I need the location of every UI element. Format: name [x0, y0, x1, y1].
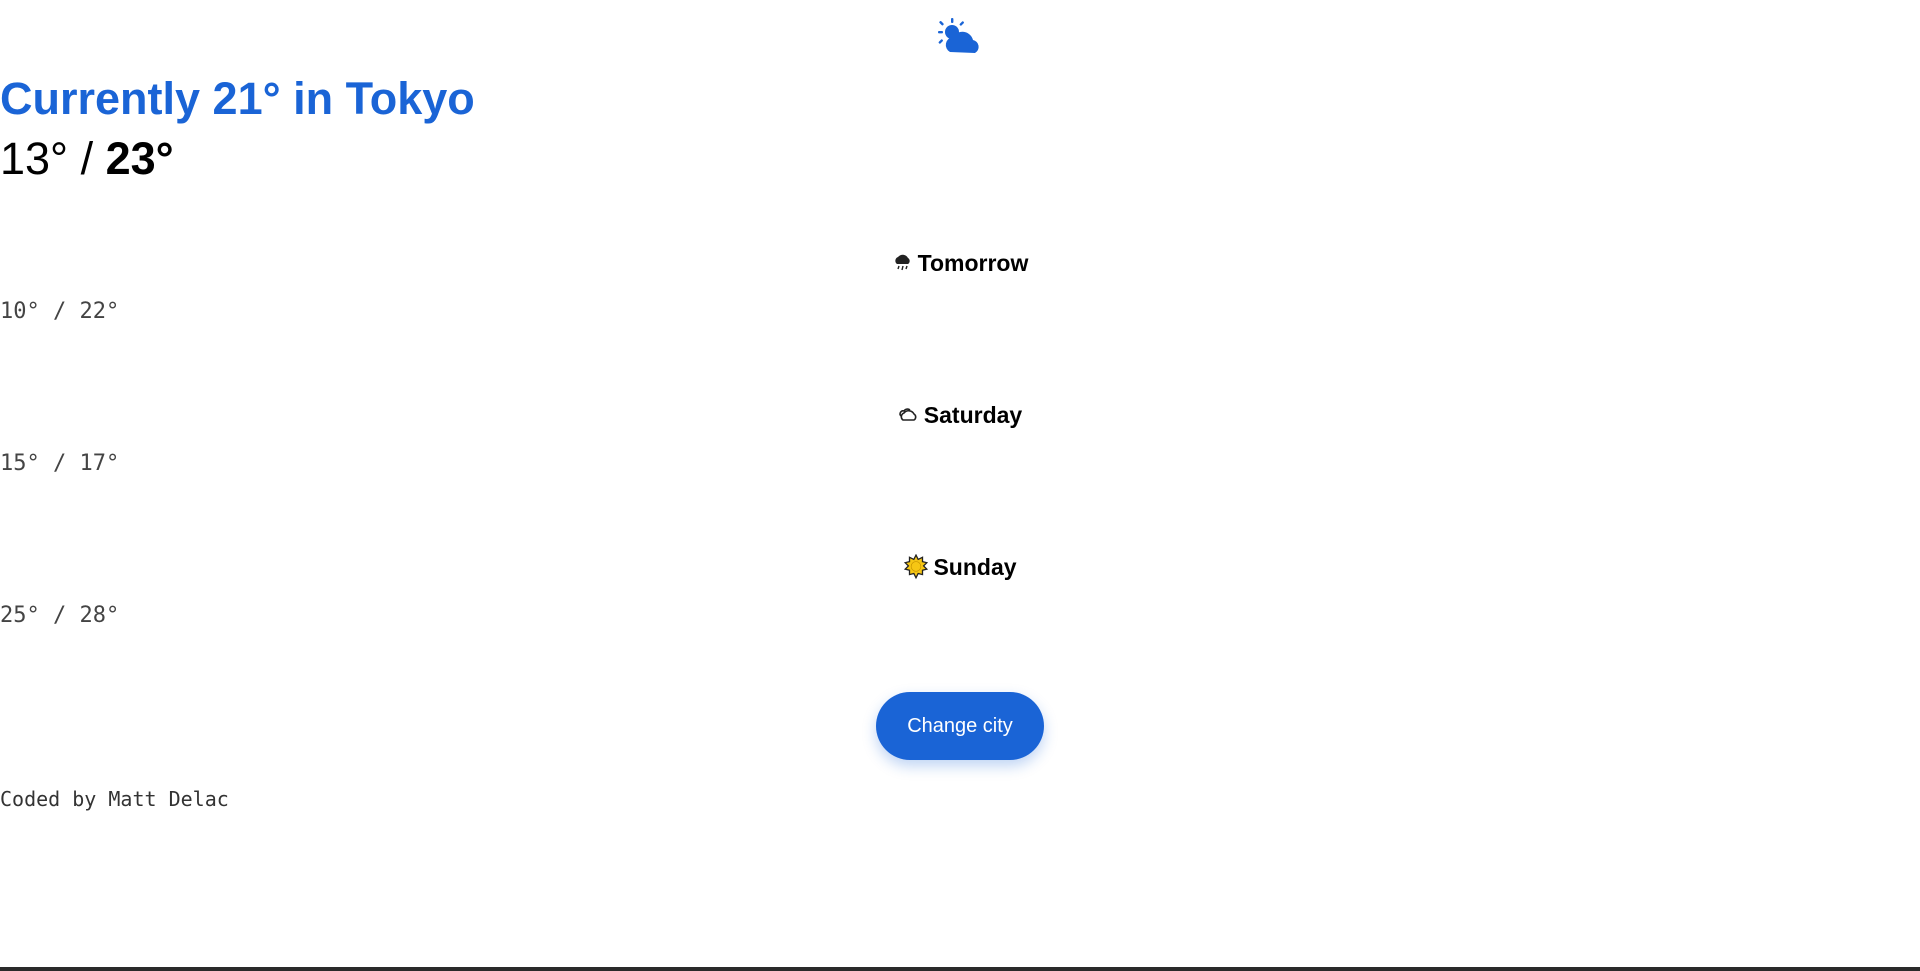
rain-cloud-icon: [894, 254, 910, 271]
forecast-day-header: Tomorrow: [0, 248, 1920, 278]
today-separator: /: [68, 133, 106, 184]
forecast-day-label: Tomorrow: [917, 250, 1029, 276]
forecast-day-temps: 15° / 17°: [0, 451, 120, 476]
today-high: 23°: [105, 133, 174, 184]
forecast-day-header: Saturday: [0, 400, 1920, 430]
forecast-day-label: Sunday: [933, 554, 1017, 580]
today-temps: 13° / 23°: [0, 132, 1920, 186]
forecast-day-label: Saturday: [923, 402, 1023, 428]
forecast-day-tomorrow: Tomorrow 10° / 22°: [0, 248, 1920, 326]
cloud-icon: [899, 408, 917, 421]
change-city-button[interactable]: Change city: [876, 692, 1044, 760]
bottom-divider: [0, 967, 1920, 971]
sun-icon: [904, 554, 929, 580]
forecast-day-header: Sunday: [0, 552, 1920, 582]
forecast-day-sunday: Sunday 25° / 28°: [0, 552, 1920, 630]
forecast-day-temps: 25° / 28°: [0, 603, 120, 628]
sun-behind-cloud-icon: [938, 18, 979, 53]
forecast-day-temps: 10° / 22°: [0, 299, 120, 324]
footer-credit: Coded by Matt Delac: [0, 787, 229, 811]
today-low: 13°: [0, 133, 69, 184]
weather-page: Currently 21° in Tokyo 13° / 23° Tomorro…: [0, 0, 1920, 971]
page-title: Currently 21° in Tokyo: [0, 73, 475, 124]
forecast-day-saturday: Saturday 15° / 17°: [0, 400, 1920, 478]
